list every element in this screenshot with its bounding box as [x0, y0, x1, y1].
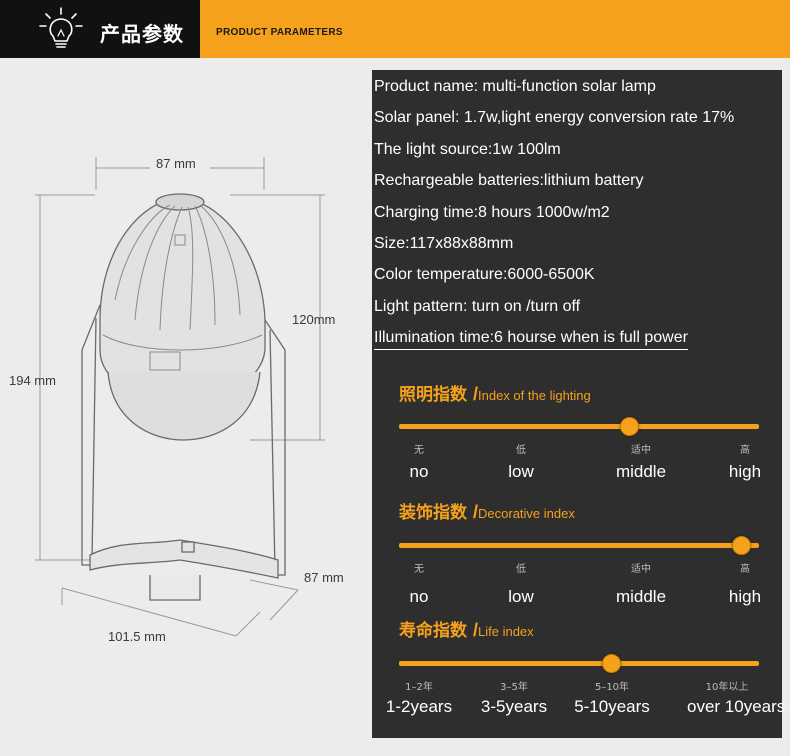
level-en-label: middle: [615, 587, 667, 606]
index-lighting-title-en: Index of the lighting: [478, 388, 591, 403]
level-en-label: high: [728, 462, 762, 481]
level-cn-label: 低: [516, 564, 526, 575]
index-life-track: [399, 654, 759, 673]
level-cn-label: 低: [516, 445, 526, 456]
level-cn-label: 适中: [631, 445, 651, 456]
index-decorative-level-high: 高 high: [705, 560, 785, 607]
spec-illumination-time: Illumination time:6 hourse when is full …: [374, 329, 688, 350]
spec-light-source: The light source:1w 100lm: [374, 141, 561, 158]
level-en-label: high: [728, 587, 762, 606]
level-cn-label: 3–5年: [500, 682, 528, 693]
level-en-label: over 10years: [687, 697, 786, 716]
header-title-en: PRODUCT PARAMETERS: [216, 27, 343, 38]
spec-light-pattern: Light pattern: turn on /turn off: [374, 298, 581, 315]
index-life-title-en: Life index: [478, 624, 534, 639]
level-cn-label: 适中: [631, 564, 651, 575]
level-cn-label: 高: [740, 564, 750, 575]
index-lighting-level-high: 高 high: [705, 441, 785, 482]
index-lighting-level-low: 低 low: [481, 441, 561, 482]
index-lighting-title: 照明指数/Index of the lighting: [399, 380, 591, 405]
index-decorative-level-no: 无 no: [379, 560, 459, 607]
spec-product-name: Product name: multi-function solar lamp: [374, 78, 656, 95]
index-decorative-knob: [732, 536, 751, 555]
index-lighting-knob: [620, 417, 640, 436]
dim-top-width: 87 mm: [156, 156, 196, 171]
lightbulb-icon: [39, 7, 83, 48]
index-life-title-cn: 寿命指数: [399, 621, 467, 641]
level-cn-label: 无: [414, 564, 424, 575]
level-cn-label: 1–2年: [405, 682, 433, 693]
level-cn-label: 高: [740, 445, 750, 456]
index-lighting-title-cn: 照明指数: [399, 385, 467, 405]
level-cn-label: 10年以上: [705, 682, 749, 693]
level-en-label: no: [409, 462, 429, 481]
level-en-label: no: [409, 587, 429, 606]
lamp-technical-drawing: 87 mm 120mm 194 mm 87 mm 101.5 mm: [0, 58, 370, 756]
index-decorative-title-cn: 装饰指数: [399, 503, 467, 523]
level-cn-label: 无: [414, 445, 424, 456]
index-life-title: 寿命指数/Life index: [399, 616, 534, 641]
dim-total-height: 194 mm: [9, 373, 56, 388]
spec-solar-panel: Solar panel: 1.7w,light energy conversio…: [374, 109, 735, 126]
level-en-label: 1-2years: [385, 697, 453, 716]
index-life-knob: [602, 654, 622, 673]
spec-color-temperature: Color temperature:6000-6500K: [374, 266, 595, 283]
index-lighting-track: [399, 417, 759, 436]
level-cn-label: 5–10年: [594, 682, 630, 693]
level-en-label: 3-5years: [480, 697, 548, 716]
level-en-label: middle: [615, 462, 667, 481]
index-lighting-level-middle: 适中 middle: [601, 441, 681, 482]
dim-base-width: 101.5 mm: [108, 629, 166, 644]
index-decorative-track: [399, 536, 759, 555]
index-decorative-title-en: Decorative index: [478, 506, 575, 521]
level-en-label: 5-10years: [574, 697, 650, 716]
level-en-label: low: [508, 587, 534, 606]
index-lighting-level-no: 无 no: [379, 441, 459, 482]
spec-charging-time: Charging time:8 hours 1000w/m2: [374, 204, 610, 221]
level-en-label: low: [508, 462, 534, 481]
index-life-level-4: 10年以上 over 10years: [687, 678, 786, 717]
index-life-level-3: 5–10年 5-10years: [572, 678, 652, 717]
index-decorative-level-middle: 适中 middle: [601, 560, 681, 607]
index-life-level-2: 3–5年 3-5years: [474, 678, 554, 717]
spec-size: Size:117x88x88mm: [374, 235, 514, 252]
dim-head-height: 120mm: [292, 312, 336, 327]
index-decorative-level-low: 低 low: [481, 560, 561, 607]
spec-battery: Rechargeable batteries:lithium battery: [374, 172, 644, 189]
index-life-level-1: 1–2年 1-2years: [379, 678, 459, 717]
spec-panel: Product name: multi-function solar lamp …: [372, 70, 786, 738]
header-title-cn: 产品参数: [100, 22, 184, 46]
dim-base-depth: 87 mm: [304, 570, 344, 585]
index-decorative-title: 装饰指数/Decorative index: [399, 498, 575, 523]
